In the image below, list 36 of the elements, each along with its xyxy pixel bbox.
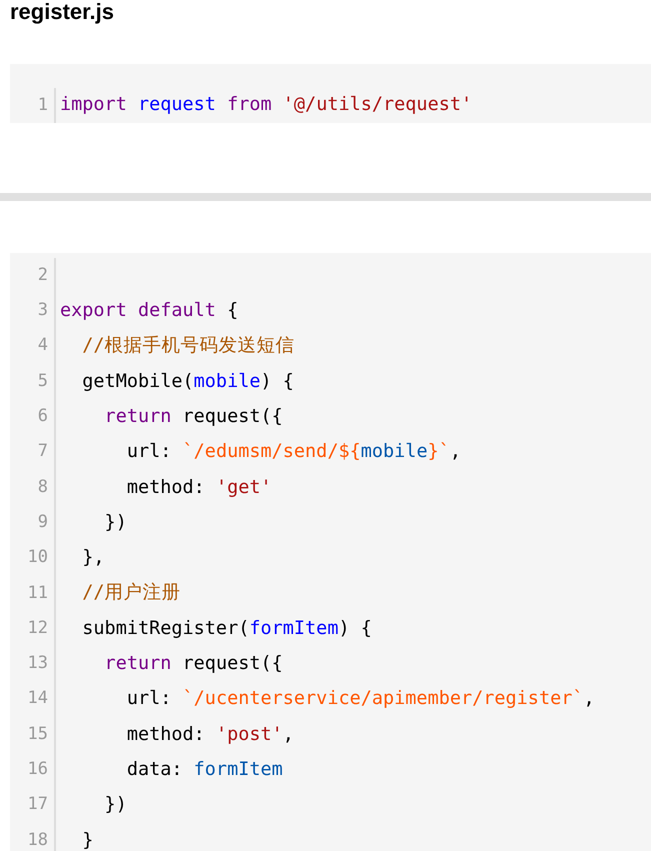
code-line: url: `/edumsm/send/${mobile}`, [126,440,461,464]
line-number: 6 [36,405,49,428]
code-line: return request({ [104,652,283,676]
line-number: 5 [36,370,49,393]
line-number: 1 [36,94,49,117]
line-number: 4 [36,334,49,358]
code-line: getMobile(mobile) { [81,370,294,394]
code-line: }) [104,510,127,535]
code-line: } [81,828,94,851]
line-number: 17 [26,793,49,816]
line-number: 7 [36,440,49,464]
code-line: url: `/ucenterservice/apimember/register`, [126,687,595,712]
code-line: return request({ [104,404,283,429]
code-line: }) [104,793,127,818]
line-number: 2 [36,264,49,287]
code-line: export default { [60,299,238,324]
line-number: 11 [26,582,49,605]
code-line: import request from '@/utils/request' [60,93,472,118]
code-line: method: 'get' [126,476,272,500]
line-number: 10 [26,546,49,570]
code-line: method: 'post', [126,722,294,747]
line-number: 9 [36,510,49,534]
line-number: 3 [36,299,49,322]
line-number: 15 [26,722,49,746]
code-line: }, [81,546,105,570]
file-title: register.js [10,0,114,24]
line-number: 12 [26,616,49,640]
code-line: //根据手机号码发送短信 [81,334,295,358]
code-line: data: formItem [126,758,283,782]
code-line: //用户注册 [81,581,181,606]
line-number: 8 [36,476,49,499]
code-line: submitRegister(formItem) { [81,616,372,641]
line-number: 14 [26,687,49,710]
line-number: 16 [26,758,49,782]
line-number: 13 [26,652,49,676]
line-number: 18 [26,828,49,851]
